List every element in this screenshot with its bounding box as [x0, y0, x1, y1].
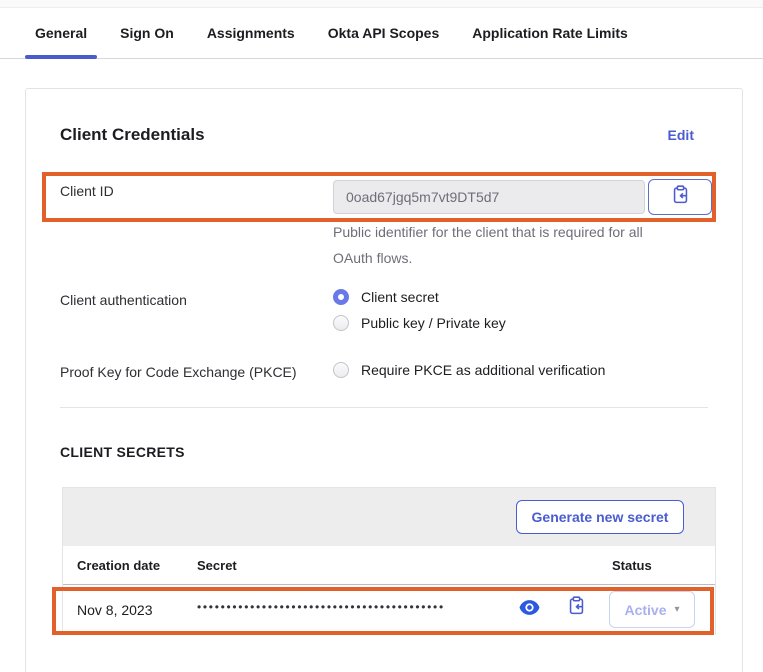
checkbox-unchecked-icon[interactable] — [333, 362, 349, 378]
client-authentication-label: Client authentication — [60, 292, 187, 308]
generate-new-secret-button[interactable]: Generate new secret — [516, 500, 684, 534]
radio-unselected-icon[interactable] — [333, 315, 349, 331]
column-header-secret: Secret — [197, 558, 237, 573]
client-credentials-card: Client Credentials Edit Client ID 0oad67… — [25, 88, 743, 672]
radio-label: Client secret — [361, 289, 439, 305]
tab-assignments[interactable]: Assignments — [197, 8, 305, 58]
highlight-box-secret-row — [52, 587, 714, 635]
pkce-label: Proof Key for Code Exchange (PKCE) — [60, 364, 297, 380]
radio-option-client-secret[interactable]: Client secret — [333, 289, 439, 305]
column-header-status: Status — [612, 558, 652, 573]
section-divider — [60, 407, 708, 408]
radio-label: Public key / Private key — [361, 315, 506, 331]
tab-okta-api-scopes[interactable]: Okta API Scopes — [318, 8, 450, 58]
client-id-help-text: Public identifier for the client that is… — [333, 219, 671, 271]
client-credentials-title: Client Credentials — [60, 125, 205, 145]
pkce-checkbox-row[interactable]: Require PKCE as additional verification — [333, 362, 605, 378]
client-id-label: Client ID — [60, 183, 114, 199]
client-id-value[interactable]: 0oad67jgq5m7vt9DT5d7 — [333, 180, 645, 214]
tab-application-rate-limits[interactable]: Application Rate Limits — [462, 8, 638, 58]
radio-selected-icon[interactable] — [333, 289, 349, 305]
radio-option-public-private-key[interactable]: Public key / Private key — [333, 315, 506, 331]
column-header-creation-date: Creation date — [77, 558, 160, 573]
tab-general[interactable]: General — [25, 8, 97, 58]
table-toolbar: Generate new secret — [63, 488, 715, 546]
pkce-option-label: Require PKCE as additional verification — [361, 362, 605, 378]
clipboard-icon — [671, 185, 690, 209]
copy-client-id-button[interactable] — [648, 179, 712, 215]
edit-link[interactable]: Edit — [668, 127, 694, 143]
app-tabbar: General Sign On Assignments Okta API Sco… — [0, 8, 763, 59]
table-header-row: Creation date Secret Status — [63, 546, 715, 585]
tab-sign-on[interactable]: Sign On — [110, 8, 184, 58]
top-strip — [0, 0, 763, 8]
client-secrets-title: CLIENT SECRETS — [60, 444, 185, 460]
